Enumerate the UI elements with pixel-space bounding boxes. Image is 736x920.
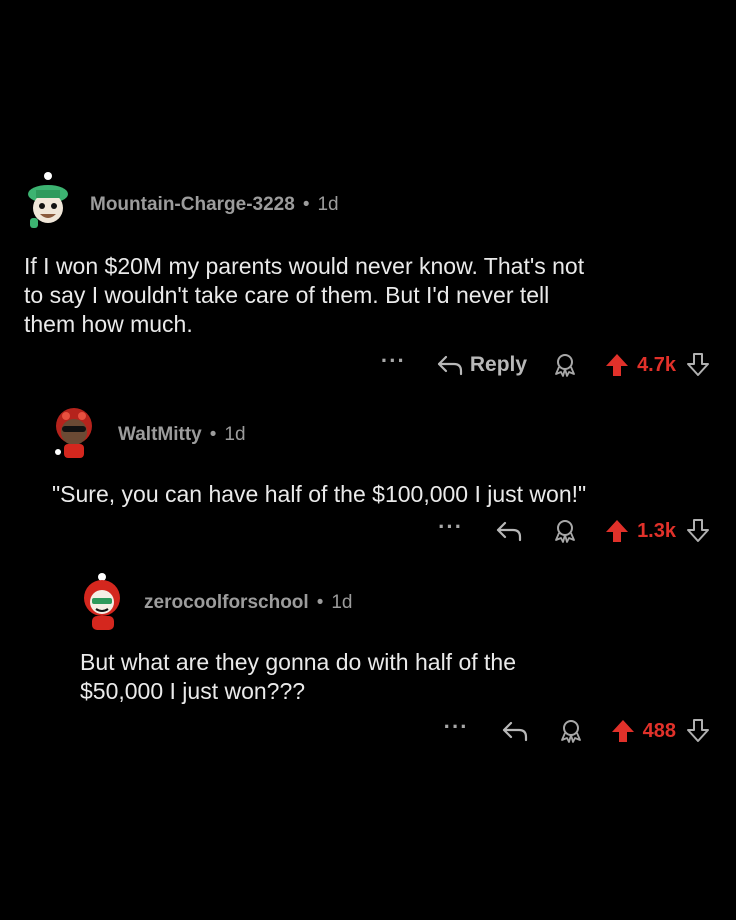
reply-icon bbox=[436, 353, 464, 377]
comment-actions: ··· 488 bbox=[444, 716, 710, 746]
upvote-arrow-icon[interactable] bbox=[611, 718, 635, 744]
reply-label: Reply bbox=[469, 353, 528, 376]
author-name[interactable]: Mountain-Charge-3228 bbox=[90, 194, 295, 216]
upvote-arrow-icon[interactable] bbox=[605, 518, 629, 544]
comment-body: If I won $20M my parents would never kno… bbox=[24, 253, 585, 337]
award-icon[interactable] bbox=[553, 518, 577, 544]
timestamp: 1d bbox=[317, 194, 339, 215]
avatar[interactable] bbox=[24, 172, 74, 228]
vote-score: 4.7k bbox=[637, 353, 676, 376]
avatar[interactable] bbox=[76, 572, 126, 630]
separator-dot: • bbox=[316, 592, 324, 613]
separator-dot: • bbox=[209, 424, 217, 445]
more-icon[interactable]: ··· bbox=[381, 350, 406, 372]
author-name[interactable]: zerocoolforschool bbox=[144, 592, 309, 614]
author-name[interactable]: WaltMitty bbox=[118, 424, 202, 446]
downvote-arrow-icon[interactable] bbox=[686, 718, 710, 744]
avatar[interactable] bbox=[50, 404, 100, 458]
award-icon[interactable] bbox=[559, 718, 583, 744]
downvote-arrow-icon[interactable] bbox=[686, 518, 710, 544]
comment-header: WaltMitty • 1d bbox=[118, 424, 246, 446]
award-icon[interactable] bbox=[553, 352, 577, 378]
comment-header: Mountain-Charge-3228 • 1d bbox=[90, 194, 339, 216]
more-icon[interactable]: ··· bbox=[438, 516, 463, 538]
timestamp: 1d bbox=[331, 592, 353, 613]
comment-actions: ··· Reply 4.7k bbox=[381, 350, 710, 380]
vote-score: 488 bbox=[642, 719, 676, 742]
vote-score: 1.3k bbox=[637, 519, 676, 542]
reply-icon[interactable] bbox=[501, 719, 529, 743]
separator-dot: • bbox=[302, 194, 310, 215]
comment-body: "Sure, you can have half of the $100,000… bbox=[52, 481, 587, 507]
comment-actions: ··· 1.3k bbox=[438, 516, 710, 546]
comment-header: zerocoolforschool • 1d bbox=[144, 592, 352, 614]
more-icon[interactable]: ··· bbox=[444, 716, 469, 738]
comment-body: But what are they gonna do with half of … bbox=[80, 649, 517, 704]
upvote-arrow-icon[interactable] bbox=[605, 352, 629, 378]
reply-icon[interactable] bbox=[495, 519, 523, 543]
timestamp: 1d bbox=[224, 424, 246, 445]
reply-button[interactable]: Reply bbox=[436, 353, 527, 377]
downvote-arrow-icon[interactable] bbox=[686, 352, 710, 378]
